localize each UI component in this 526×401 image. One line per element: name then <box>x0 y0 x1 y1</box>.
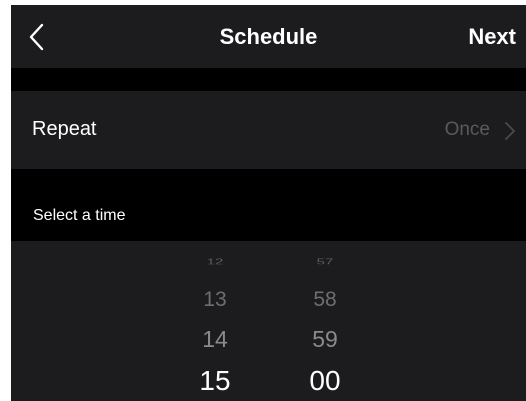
next-button[interactable]: Next <box>468 24 516 50</box>
select-time-label: Select a time <box>33 207 126 224</box>
hour-option: 14 <box>202 326 228 352</box>
page-title: Schedule <box>219 24 318 49</box>
chevron-left-icon <box>29 23 44 51</box>
selected-hour: 15 <box>199 365 231 396</box>
minute-option: 58 <box>313 288 337 311</box>
repeat-row[interactable]: Repeat Once <box>11 91 526 169</box>
repeat-label: Repeat <box>32 118 97 140</box>
repeat-value: Once <box>444 119 490 140</box>
schedule-screen: Schedule Next Repeat Once Select a time … <box>11 5 526 401</box>
section-spacer <box>11 68 526 91</box>
hour-option: 12 <box>206 257 224 265</box>
minute-option: 57 <box>316 257 334 265</box>
minute-option: 59 <box>312 326 338 352</box>
navigation-bar: Schedule Next <box>11 5 526 68</box>
hour-option: 13 <box>203 288 227 311</box>
section-header: Select a time <box>11 169 526 241</box>
selected-minute: 00 <box>309 365 341 396</box>
minute-wheel[interactable]: 57 58 59 00 <box>295 241 355 401</box>
hour-wheel[interactable]: 12 13 14 15 <box>185 241 245 401</box>
time-picker: 12 13 14 15 57 58 59 00 <box>11 241 526 401</box>
back-button[interactable] <box>25 21 49 53</box>
chevron-right-icon <box>505 122 515 140</box>
